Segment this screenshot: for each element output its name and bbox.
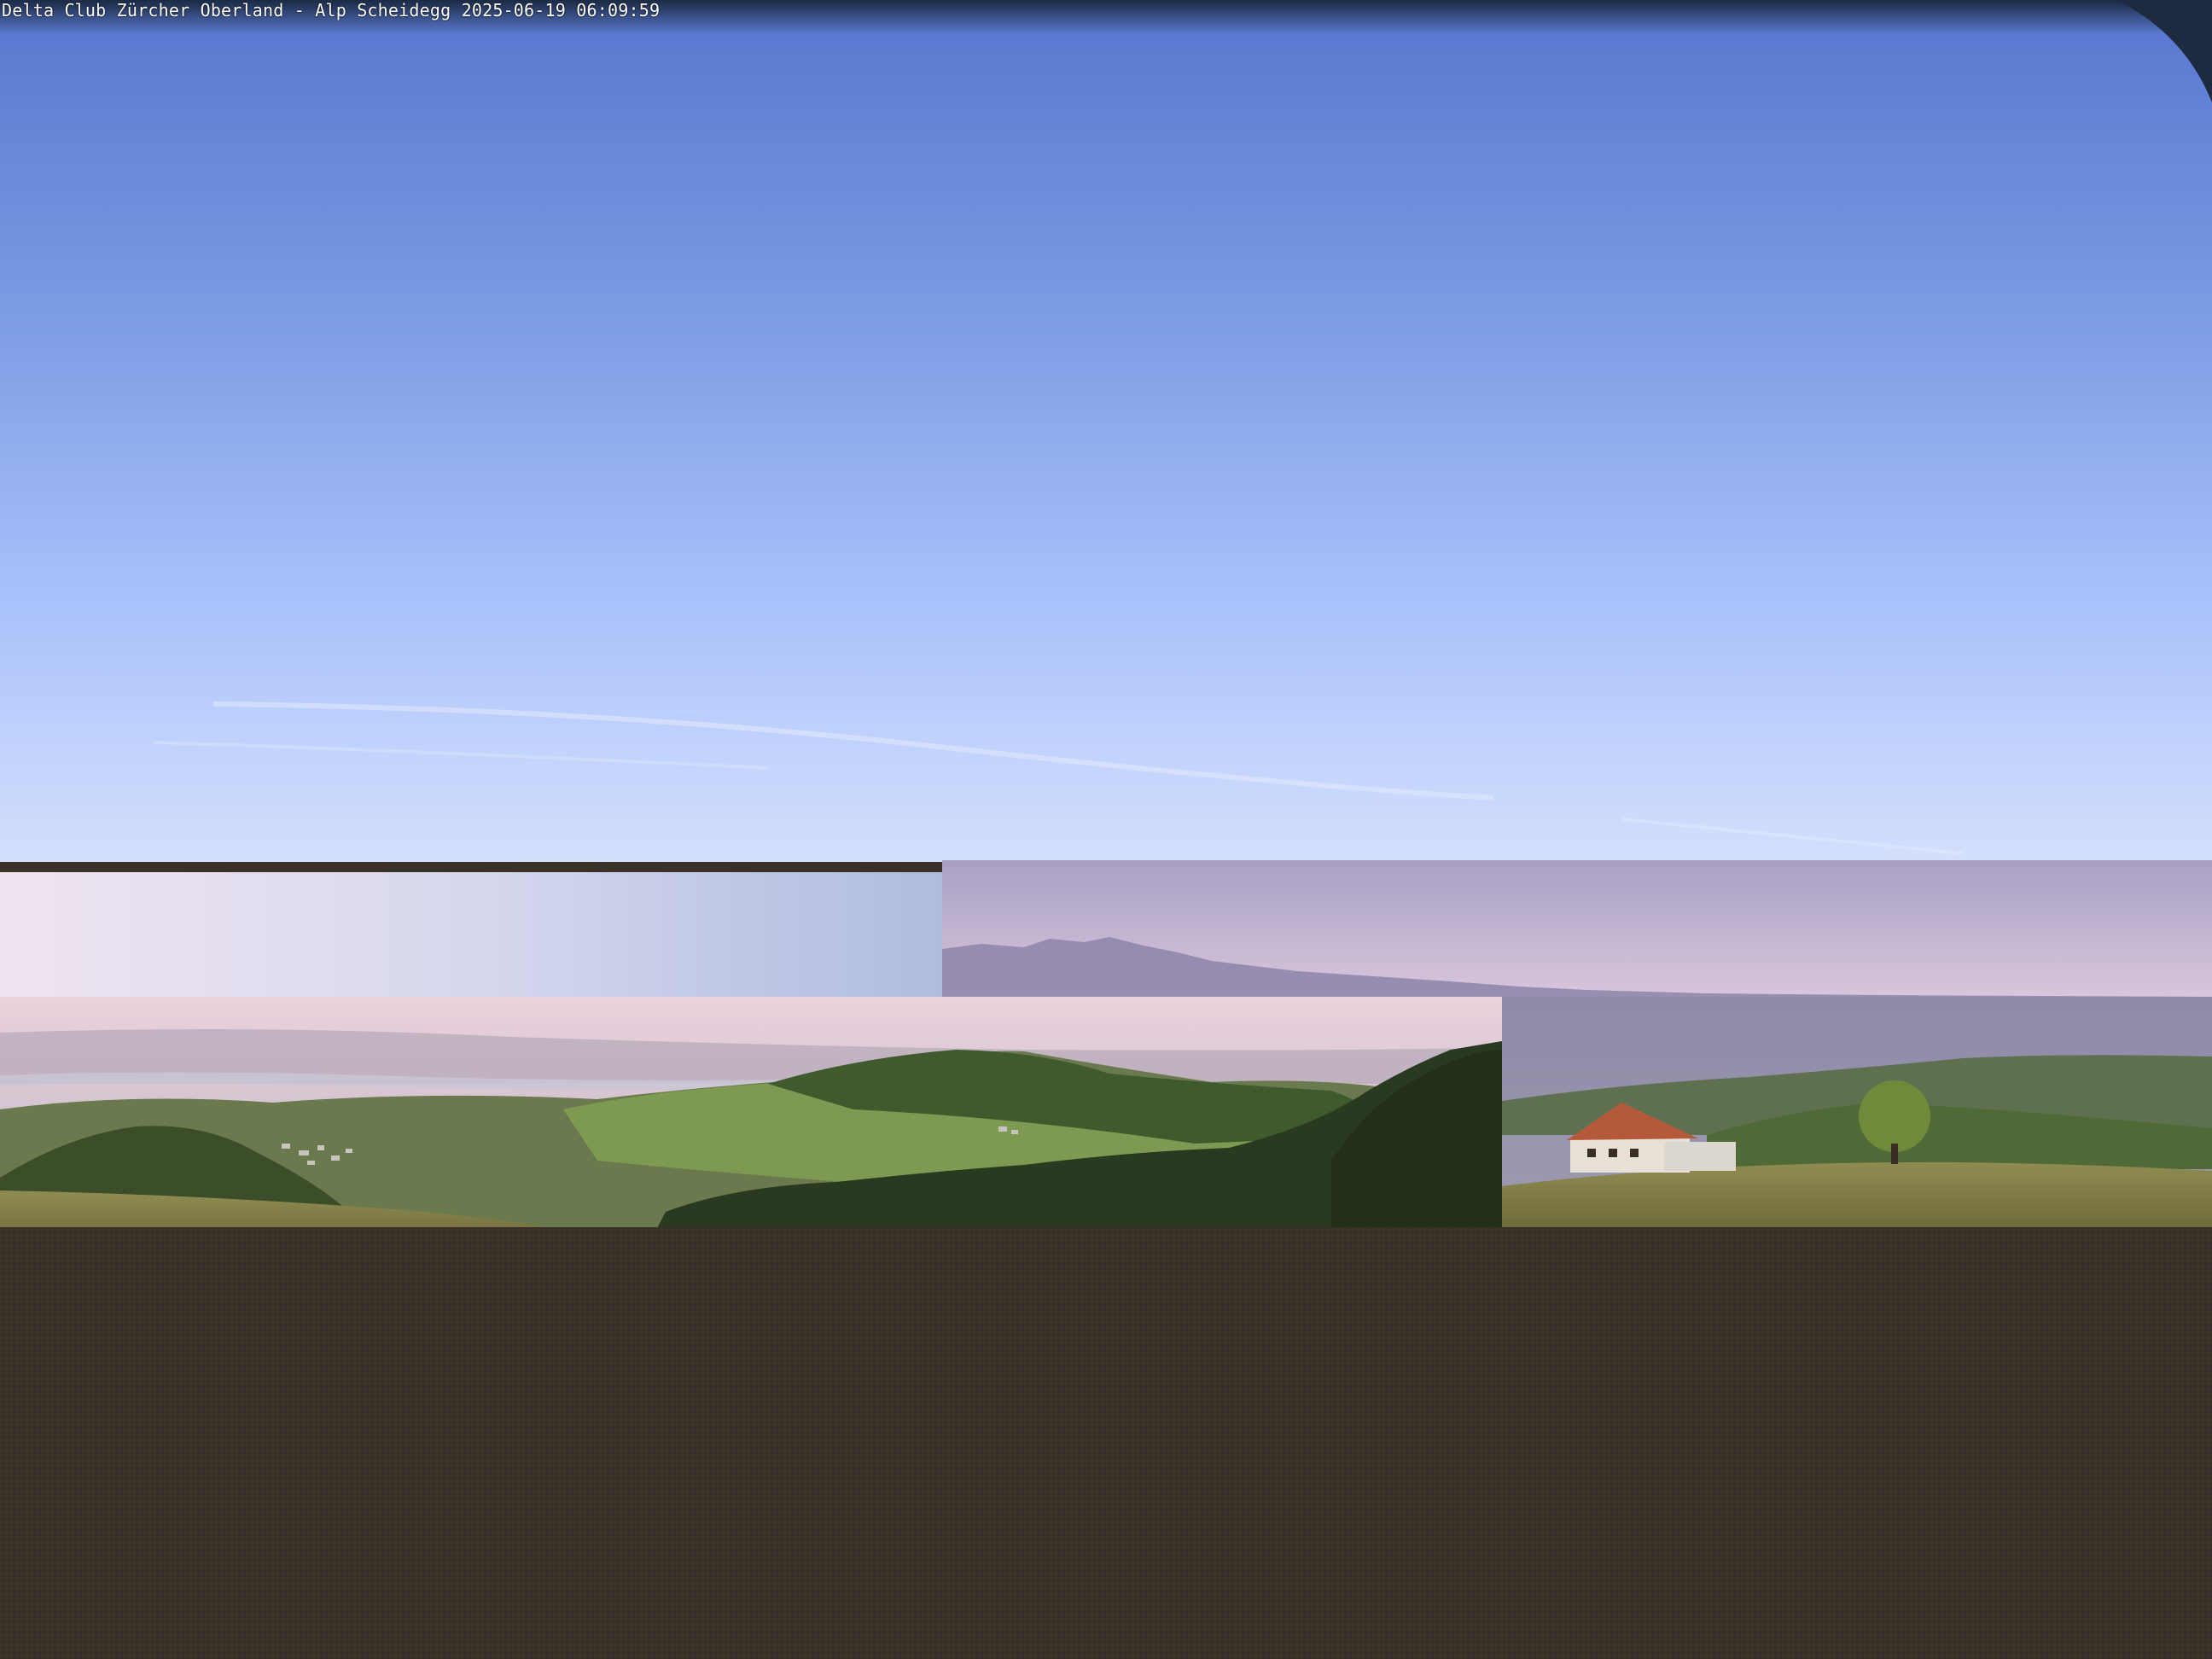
tree-trunk bbox=[1891, 1144, 1898, 1164]
empty-fill bbox=[0, 1227, 2212, 1659]
panorama-scene bbox=[0, 0, 2212, 1659]
sky bbox=[0, 0, 2212, 862]
webcam-panorama-image: Delta Club Zürcher Oberland - Alp Scheid… bbox=[0, 0, 2212, 1659]
tree bbox=[1859, 1080, 1930, 1152]
webcam-caption: Delta Club Zürcher Oberland - Alp Scheid… bbox=[2, 0, 661, 20]
haze-band-left bbox=[0, 872, 942, 997]
